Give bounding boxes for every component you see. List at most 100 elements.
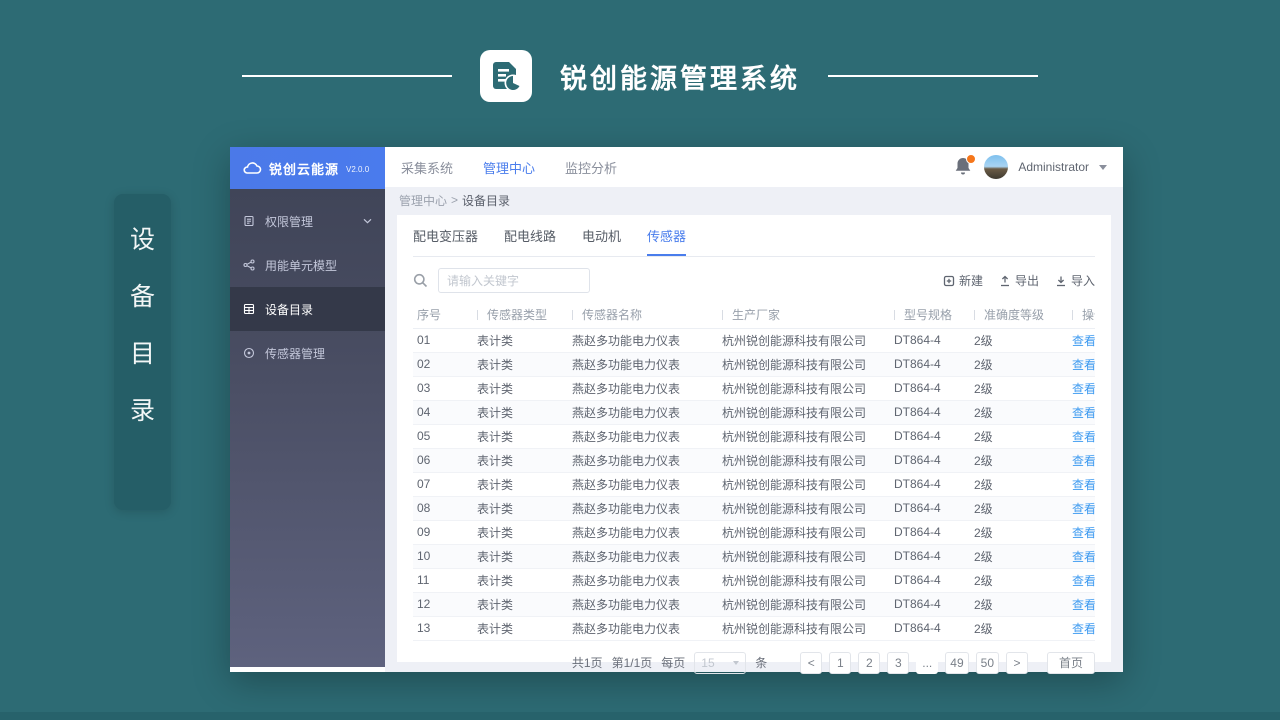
- view-link[interactable]: 查看: [1072, 382, 1095, 396]
- view-link[interactable]: 查看: [1072, 358, 1095, 372]
- column-header: 型号规格: [890, 302, 970, 329]
- cell-type: 表计类: [473, 472, 568, 497]
- page-button-2[interactable]: 2: [858, 651, 881, 674]
- sidebar-item-sensor-mgmt[interactable]: 传感器管理: [230, 331, 385, 375]
- cell-grade: 2级: [970, 400, 1068, 425]
- column-header-label: 型号规格: [894, 308, 952, 322]
- table-header: 序号 传感器类型 传感器名称 生产厂家 型号规格 准确度等级 操作: [413, 302, 1095, 329]
- column-header-label: 序号: [417, 308, 442, 323]
- toolbar: 新建 导出 导入: [413, 268, 1095, 293]
- sidebar-item-label: 传感器管理: [265, 346, 326, 361]
- chevron-down-icon[interactable]: [1099, 164, 1107, 170]
- column-header: 传感器类型: [473, 302, 568, 329]
- next-page-button[interactable]: >: [1006, 651, 1028, 674]
- tab-sensor[interactable]: 传感器: [647, 226, 687, 256]
- topbar-right: Administrator: [954, 154, 1107, 179]
- view-link[interactable]: 查看: [1072, 454, 1095, 468]
- view-link[interactable]: 查看: [1072, 574, 1095, 588]
- view-link[interactable]: 查看: [1072, 502, 1095, 516]
- cell-maker: 杭州锐创能源科技有限公司: [718, 424, 890, 449]
- cell-actions: 查看删除: [1068, 592, 1095, 617]
- column-header: 传感器名称: [568, 302, 718, 329]
- tab-motor[interactable]: 电动机: [582, 226, 621, 256]
- nav-item-manage[interactable]: 管理中心: [483, 158, 535, 177]
- cell-model: DT864-4: [890, 448, 970, 473]
- app-window: 锐创云能源 V2.0.0 权限管理 用能单元模型 设备目录 传感器管理 采集系统 管理中…: [230, 147, 1123, 674]
- cell-type: 表计类: [473, 568, 568, 593]
- cell-no: 04: [413, 400, 473, 425]
- sidebar-logo: 锐创云能源 V2.0.0: [230, 147, 385, 189]
- view-link[interactable]: 查看: [1072, 550, 1095, 564]
- page-button-1[interactable]: 1: [829, 651, 852, 674]
- cell-no: 05: [413, 424, 473, 449]
- page-button-50[interactable]: 50: [975, 651, 999, 674]
- sidebar-logo-text: 锐创云能源: [269, 161, 340, 177]
- cell-type: 表计类: [473, 424, 568, 449]
- view-link[interactable]: 查看: [1072, 526, 1095, 540]
- sidebar-menu: 权限管理 用能单元模型设备目录传感器管理: [230, 189, 385, 375]
- notification-bell-icon[interactable]: [954, 154, 977, 178]
- sidebar-item-label: 设备目录: [265, 302, 314, 317]
- view-link[interactable]: 查看: [1072, 598, 1095, 612]
- cell-type: 表计类: [473, 520, 568, 545]
- tab-line[interactable]: 配电线路: [504, 226, 556, 256]
- pagination-total: 共1页: [571, 656, 603, 670]
- pagination-stats: 共1页 第1/1页 每页 15 条: [571, 651, 767, 674]
- table-row: 07表计类燕赵多功能电力仪表杭州锐创能源科技有限公司DT864-42级查看删除: [413, 472, 1095, 497]
- cell-no: 10: [413, 544, 473, 569]
- user-avatar[interactable]: [984, 155, 1009, 179]
- cell-maker: 杭州锐创能源科技有限公司: [718, 496, 890, 521]
- tab-transformer[interactable]: 配电变压器: [413, 226, 478, 256]
- cell-name: 燕赵多功能电力仪表: [568, 376, 718, 401]
- search-input[interactable]: [438, 268, 590, 293]
- cell-name: 燕赵多功能电力仪表: [568, 448, 718, 473]
- view-link[interactable]: 查看: [1072, 430, 1095, 444]
- cell-grade: 2级: [970, 616, 1068, 641]
- cell-no: 07: [413, 472, 473, 497]
- view-link[interactable]: 查看: [1072, 478, 1095, 492]
- sidebar-version: V2.0.0: [346, 165, 370, 174]
- cell-no: 09: [413, 520, 473, 545]
- cell-name: 燕赵多功能电力仪表: [568, 352, 718, 377]
- sidebar-item-permission[interactable]: 权限管理: [230, 199, 385, 243]
- create-button[interactable]: 新建: [943, 272, 983, 289]
- cell-name: 燕赵多功能电力仪表: [568, 472, 718, 497]
- nav-item-monitor[interactable]: 监控分析: [565, 158, 617, 177]
- cell-name: 燕赵多功能电力仪表: [568, 592, 718, 617]
- page-button-3[interactable]: 3: [887, 651, 910, 674]
- cell-name: 燕赵多功能电力仪表: [568, 328, 718, 353]
- cell-actions: 查看删除: [1068, 472, 1095, 497]
- page-header: 锐创能源管理系统: [0, 50, 1280, 102]
- cell-name: 燕赵多功能电力仪表: [568, 400, 718, 425]
- table-row: 02表计类燕赵多功能电力仪表杭州锐创能源科技有限公司DT864-42级查看删除: [413, 352, 1095, 377]
- cell-maker: 杭州锐创能源科技有限公司: [718, 448, 890, 473]
- cell-name: 燕赵多功能电力仪表: [568, 544, 718, 569]
- page-button-49[interactable]: 49: [945, 651, 969, 674]
- nav-item-collect[interactable]: 采集系统: [401, 158, 453, 177]
- table-body: 01表计类燕赵多功能电力仪表杭州锐创能源科技有限公司DT864-42级查看删除0…: [413, 328, 1095, 641]
- view-link[interactable]: 查看: [1072, 622, 1095, 636]
- toolbar-actions: 新建 导出 导入: [943, 272, 1095, 289]
- side-tag-char: 录: [129, 397, 155, 425]
- cell-grade: 2级: [970, 592, 1068, 617]
- breadcrumb-parent[interactable]: 管理中心: [399, 192, 447, 209]
- cell-grade: 2级: [970, 424, 1068, 449]
- column-header: 序号: [413, 302, 473, 329]
- table-row: 03表计类燕赵多功能电力仪表杭州锐创能源科技有限公司DT864-42级查看删除: [413, 376, 1095, 401]
- cell-type: 表计类: [473, 376, 568, 401]
- sidebar-item-unit-model[interactable]: 用能单元模型: [230, 243, 385, 287]
- view-link[interactable]: 查看: [1072, 334, 1095, 348]
- table-row: 04表计类燕赵多功能电力仪表杭州锐创能源科技有限公司DT864-42级查看删除: [413, 400, 1095, 425]
- main-content: 采集系统 管理中心 监控分析 Administrator 管理中心 > 设备目录 配…: [385, 147, 1123, 674]
- export-button[interactable]: 导出: [999, 272, 1039, 289]
- sidebar-item-device-catalog[interactable]: 设备目录: [230, 287, 385, 331]
- table-row: 01表计类燕赵多功能电力仪表杭州锐创能源科技有限公司DT864-42级查看删除: [413, 328, 1095, 353]
- prev-page-button[interactable]: <: [800, 651, 823, 674]
- table-row: 05表计类燕赵多功能电力仪表杭州锐创能源科技有限公司DT864-42级查看删除: [413, 424, 1095, 449]
- import-button[interactable]: 导入: [1055, 272, 1095, 289]
- cell-name: 燕赵多功能电力仪表: [568, 616, 718, 641]
- user-name[interactable]: Administrator: [1018, 160, 1089, 174]
- first-page-button[interactable]: 首页: [1047, 651, 1095, 674]
- per-page-select[interactable]: 15: [694, 651, 747, 674]
- view-link[interactable]: 查看: [1072, 406, 1095, 420]
